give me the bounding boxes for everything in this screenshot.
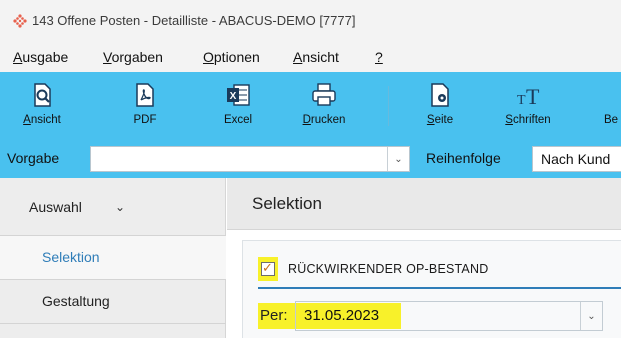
rueckwirkend-label: RÜCKWIRKENDER OP-BESTAND <box>288 262 489 276</box>
pdf-icon <box>136 83 154 107</box>
preview-icon <box>34 83 51 107</box>
page-settings-icon <box>431 83 449 107</box>
page-title: Selektion <box>252 194 322 213</box>
toolbar-separator <box>388 86 389 126</box>
title-bar: 143 Offene Posten - Detailliste - ABACUS… <box>0 0 621 42</box>
drucken-button[interactable]: Drucken <box>298 82 350 130</box>
svg-text:T: T <box>526 84 540 108</box>
chevron-down-icon[interactable]: ⌄ <box>580 302 602 330</box>
chevron-down-icon: ⌄ <box>115 200 126 214</box>
vorgabe-label: Vorgabe <box>7 150 60 166</box>
vorgabe-select[interactable]: ⌄ <box>90 146 410 172</box>
menu-help[interactable]: ? <box>375 49 383 65</box>
focus-underline <box>258 287 621 289</box>
per-date-value: 31.05.2023 <box>304 307 380 324</box>
schriften-button[interactable]: T T Schriften <box>500 82 556 130</box>
menu-bar: Ausgabe Vorgaben Optionen Ansicht ? <box>0 42 621 72</box>
main-content: Selektion ✓ RÜCKWIRKENDER OP-BESTAND Per… <box>227 178 621 338</box>
reihenfolge-label: Reihenfolge <box>426 150 501 166</box>
checkmark-icon: ✓ <box>262 260 273 275</box>
auswahl-dropdown[interactable]: Auswahl ⌄ <box>0 178 226 236</box>
menu-ansicht[interactable]: Ansicht <box>293 49 339 65</box>
seite-button[interactable]: Seite <box>420 82 460 130</box>
pdf-button[interactable]: PDF <box>127 82 163 130</box>
per-date-select[interactable]: 31.05.2023 ⌄ <box>295 301 603 331</box>
rueckwirkend-checkbox[interactable]: ✓ <box>261 260 275 276</box>
abacus-diamond-icon <box>13 14 27 28</box>
per-label: Per: <box>260 307 288 324</box>
ansicht-button[interactable]: Ansicht <box>20 82 64 130</box>
menu-vorgaben[interactable]: Vorgaben <box>103 49 163 65</box>
chevron-down-icon: ⌄ <box>387 147 409 171</box>
reihenfolge-select[interactable]: Nach Kund <box>532 146 621 172</box>
svg-text:T: T <box>517 93 526 108</box>
sidebar-item-selektion[interactable]: Selektion <box>0 236 226 280</box>
sidebar: Auswahl ⌄ Selektion Gestaltung <box>0 178 226 338</box>
window-title: 143 Offene Posten - Detailliste - ABACUS… <box>32 13 356 28</box>
svg-text:X: X <box>230 91 237 102</box>
selection-panel: ✓ RÜCKWIRKENDER OP-BESTAND Per: 31.05.20… <box>242 240 621 338</box>
fonts-icon: T T <box>517 84 540 108</box>
menu-ausgabe[interactable]: Ausgabe <box>13 49 68 65</box>
sidebar-item-gestaltung[interactable]: Gestaltung <box>0 280 226 324</box>
printer-icon <box>312 83 336 106</box>
menu-optionen[interactable]: Optionen <box>203 49 260 65</box>
excel-button[interactable]: X Excel <box>218 82 258 130</box>
be-button-partial[interactable]: Be <box>604 82 621 130</box>
per-date-row: Per: 31.05.2023 ⌄ <box>258 301 603 331</box>
excel-icon: X <box>227 84 250 106</box>
toolbar-ribbon: Ansicht PDF X Excel Drucken Seite T T Sc… <box>0 72 621 178</box>
section-header: Selektion <box>227 178 621 230</box>
